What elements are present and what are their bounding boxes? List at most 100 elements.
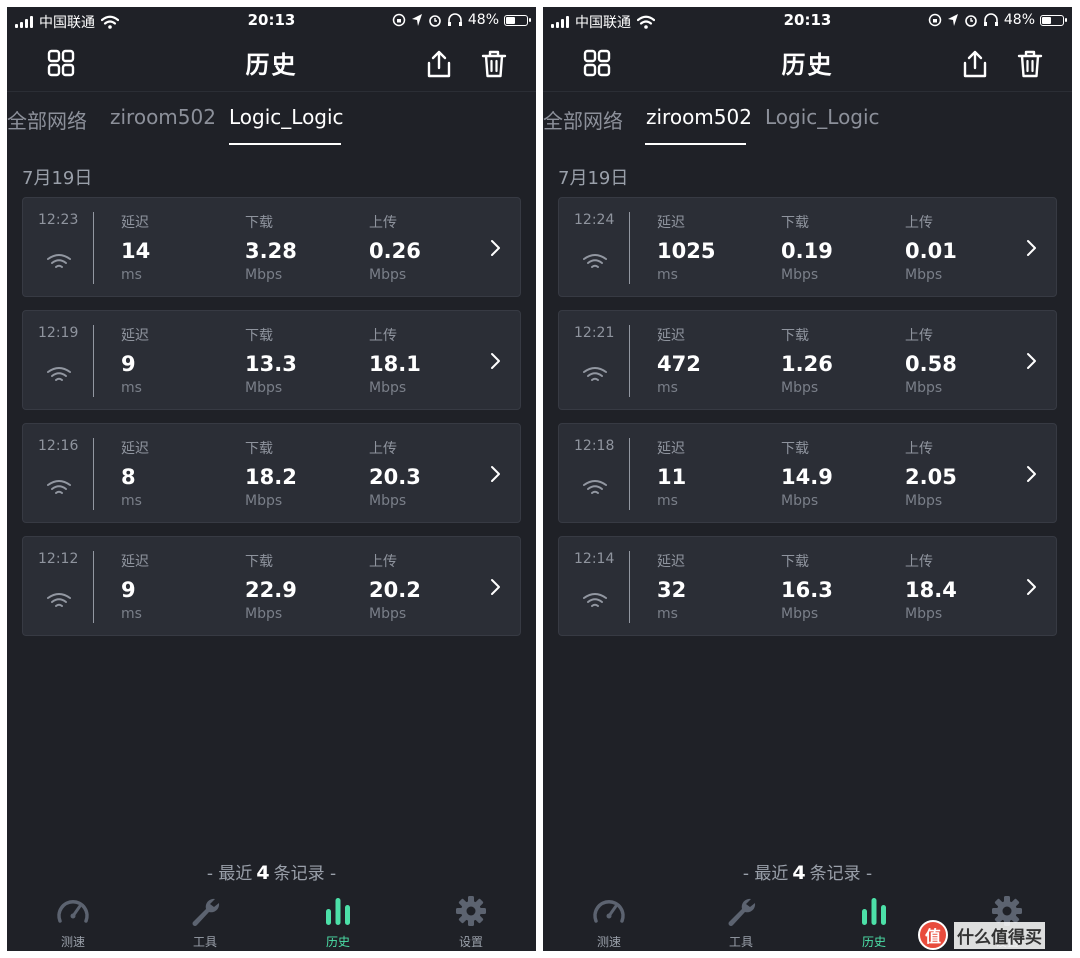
share-icon[interactable] [425,49,453,79]
history-record-card[interactable]: 12:14 延迟 32 ms 下载 16.3 Mbps 上传 18.4 Mbps [558,536,1057,636]
latency-label: 延迟 [657,215,685,231]
footer-suffix: 条记录 - [809,864,873,884]
latency-value: 9 [121,352,136,376]
upload-value: 18.4 [905,578,957,602]
tab-settings[interactable]: 设置 [431,895,511,950]
tab-network-1[interactable]: 全部网络 [7,105,87,134]
latency-label: 延迟 [657,328,685,344]
history-record-card[interactable]: 12:18 延迟 11 ms 下载 14.9 Mbps 上传 2.05 Mbps [558,423,1057,523]
tab-speedtest[interactable]: 测速 [33,895,113,950]
download-value: 14.9 [781,465,833,489]
tab-speedtest[interactable]: 测速 [569,895,649,950]
history-record-card[interactable]: 12:23 延迟 14 ms 下载 3.28 Mbps 上传 0.26 Mbps [22,197,521,297]
download-unit: Mbps [781,493,819,509]
tab-history[interactable]: 历史 [298,895,378,950]
latency-column: 延迟 14 ms [121,212,150,283]
upload-label: 上传 [369,328,397,344]
history-record-card[interactable]: 12:19 延迟 9 ms 下载 13.3 Mbps 上传 18.1 Mbps [22,310,521,410]
download-label: 下载 [781,328,809,344]
share-icon[interactable] [961,49,989,79]
upload-column: 上传 20.2 Mbps [369,551,421,622]
page-title: 历史 [781,51,834,79]
tab-network-2[interactable]: ziroom502 [646,105,752,129]
latency-unit: ms [121,380,142,396]
latency-column: 延迟 32 ms [657,551,686,622]
chevron-right-icon [491,353,500,369]
download-unit: Mbps [245,493,283,509]
alarm-icon [965,15,977,27]
latency-column: 延迟 11 ms [657,438,686,509]
latency-label: 延迟 [121,441,149,457]
bottom-tab-bar: 测速 工具 历史 设置 [7,895,536,951]
history-record-card[interactable]: 12:16 延迟 8 ms 下载 18.2 Mbps 上传 20.3 Mbps [22,423,521,523]
chevron-right-icon [491,240,500,256]
record-count-footer: - 最近 4 条记录 - [543,859,1072,884]
trash-icon[interactable] [1017,49,1043,79]
latency-unit: ms [121,267,142,283]
wifi-icon [47,480,71,494]
download-column: 下载 1.26 Mbps [781,325,833,396]
alarm-icon [429,15,441,27]
tab-network-3[interactable]: Logic_Logic [229,105,344,129]
upload-unit: Mbps [905,606,943,622]
upload-value: 0.26 [369,239,421,263]
download-value: 16.3 [781,578,833,602]
download-label: 下载 [245,441,273,457]
trash-icon[interactable] [481,49,507,79]
wifi-icon [583,367,607,381]
latency-value: 14 [121,239,151,263]
download-value: 13.3 [245,352,297,376]
nav-bar: 历史 [7,35,536,92]
upload-column: 上传 0.01 Mbps [905,212,957,283]
card-divider [629,438,630,510]
chevron-right-icon [1027,579,1036,595]
tab-tools[interactable]: 工具 [701,895,781,950]
history-record-card[interactable]: 12:12 延迟 9 ms 下载 22.9 Mbps 上传 20.2 Mbps [22,536,521,636]
upload-column: 上传 18.4 Mbps [905,551,957,622]
tab-network-2[interactable]: ziroom502 [110,105,216,129]
record-time: 12:21 [574,325,615,341]
tab-history[interactable]: 历史 [834,895,914,950]
download-column: 下载 14.9 Mbps [781,438,833,509]
battery-percent: 48% [1003,12,1035,28]
chevron-right-icon [1027,353,1036,369]
upload-column: 上传 0.58 Mbps [905,325,957,396]
download-label: 下载 [781,441,809,457]
tab-network-1[interactable]: 全部网络 [543,105,623,134]
date-header: 7月19日 [558,168,629,189]
record-time: 12:12 [38,551,79,567]
latency-column: 延迟 9 ms [121,325,149,396]
upload-label: 上传 [369,215,397,231]
latency-unit: ms [121,606,142,622]
download-value: 22.9 [245,578,297,602]
download-column: 下载 13.3 Mbps [245,325,297,396]
record-time: 12:14 [574,551,615,567]
latency-label: 延迟 [657,554,685,570]
wifi-icon [47,367,71,381]
phone-screen-logic-logic: 中国联通 20:13 48% 历史 全部网络 ziroom502 Logic_Logic 7月… [7,7,536,951]
wifi-icon [583,593,607,607]
history-record-card[interactable]: 12:24 延迟 1025 ms 下载 0.19 Mbps 上传 0.01 Mbps [558,197,1057,297]
wifi-icon [583,480,607,494]
download-unit: Mbps [781,380,819,396]
history-record-card[interactable]: 12:21 延迟 472 ms 下载 1.26 Mbps 上传 0.58 Mbps [558,310,1057,410]
record-count: 4 [256,862,270,884]
battery-icon [1040,14,1067,26]
upload-unit: Mbps [369,493,407,509]
tab-speedtest-label: 测速 [60,935,85,949]
headphones-icon [447,13,462,26]
orientation-lock-icon [392,13,406,27]
wifi-icon [583,254,607,268]
latency-label: 延迟 [121,328,149,344]
download-value: 1.26 [781,352,833,376]
latency-column: 延迟 472 ms [657,325,701,396]
latency-unit: ms [657,493,678,509]
latency-value: 11 [657,465,687,489]
download-unit: Mbps [245,380,283,396]
record-count-footer: - 最近 4 条记录 - [7,859,536,884]
tab-tools[interactable]: 工具 [165,895,245,950]
footer-suffix: 条记录 - [273,864,337,884]
tab-network-3[interactable]: Logic_Logic [765,105,880,129]
chevron-right-icon [1027,240,1036,256]
wrench-icon [192,898,220,926]
